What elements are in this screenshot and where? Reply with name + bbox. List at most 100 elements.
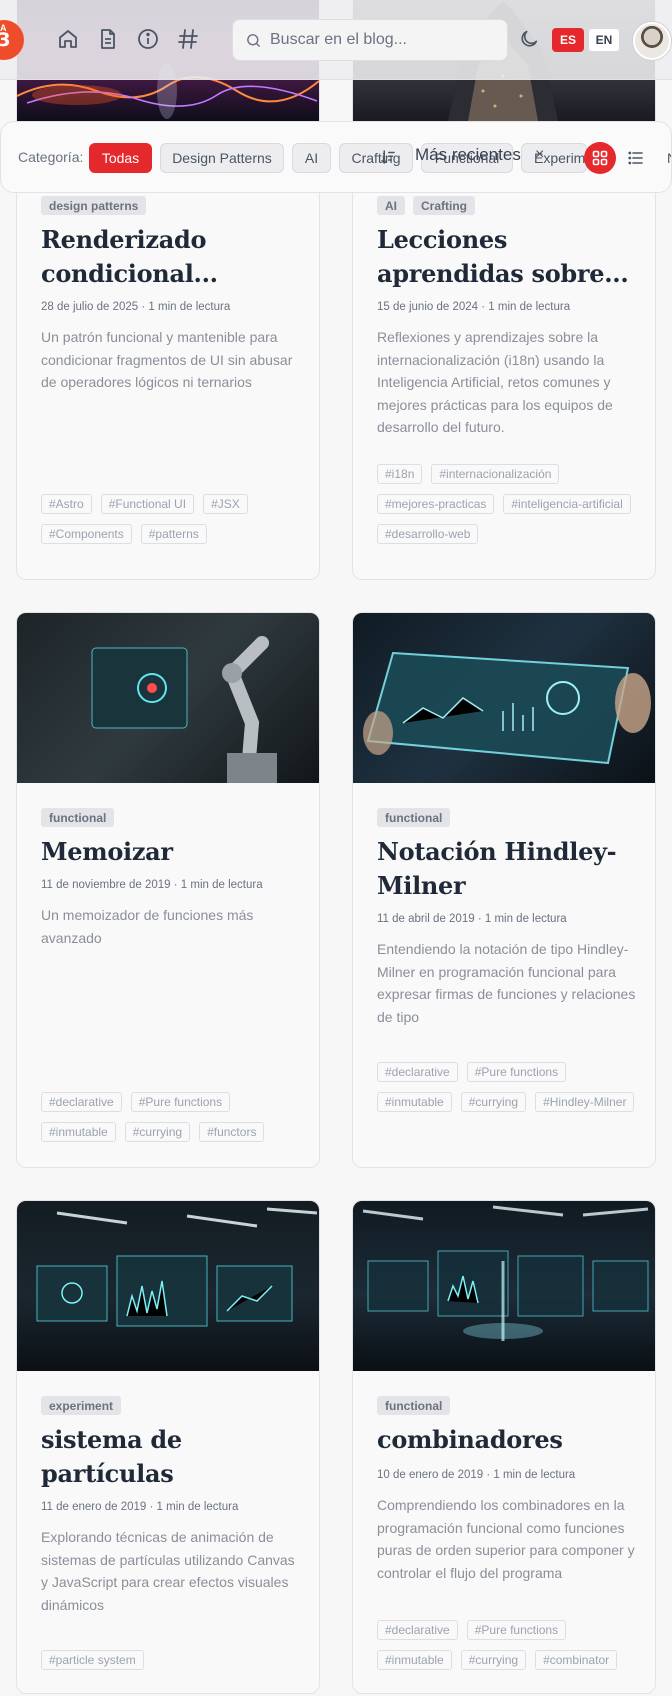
chip-crafting[interactable]: Crafting — [339, 143, 413, 173]
tag[interactable]: #Components — [41, 524, 132, 544]
post-date: 11 de enero de 2019 — [41, 1501, 147, 1513]
category-list: experiment — [41, 1396, 122, 1415]
post-description: Un memoizador de funciones más avanzado — [41, 907, 254, 946]
read-time: · 1 min de lectura — [486, 1469, 576, 1481]
close-icon[interactable]: × — [535, 146, 544, 164]
logo-sub: EA — [0, 23, 7, 33]
post-card[interactable]: functional combinadores 10 de enero de 2… — [352, 1200, 656, 1694]
search-input[interactable] — [270, 31, 490, 49]
chip-new[interactable]: Nuevas — [661, 143, 671, 173]
tag[interactable]: #Pure functions — [466, 1620, 567, 1640]
filter-label: Categoría: — [18, 149, 84, 165]
tag[interactable]: #mejores-practicas — [377, 494, 495, 514]
post-card[interactable]: functional Notación Hindley-Milner 11 de… — [352, 612, 656, 1168]
tag[interactable]: #JSX — [203, 494, 248, 514]
tag[interactable]: #Hindley-Milner — [535, 1092, 635, 1112]
tag[interactable]: #inmutable — [41, 1122, 116, 1142]
tag[interactable]: #currying — [124, 1122, 191, 1142]
tag[interactable]: #currying — [460, 1650, 527, 1670]
category-badge[interactable]: AI — [377, 196, 405, 215]
tag[interactable]: #Astro — [41, 494, 92, 514]
tag[interactable]: #Pure functions — [130, 1092, 231, 1112]
home-icon[interactable] — [54, 25, 82, 53]
tag[interactable]: #combinator — [535, 1650, 618, 1670]
grid-icon — [592, 150, 608, 166]
tag[interactable]: #declarative — [41, 1092, 122, 1112]
list-view-button[interactable] — [624, 146, 648, 170]
post-image — [353, 613, 655, 783]
post-card[interactable]: AI Crafting Lecciones aprendidas sobre..… — [352, 0, 656, 580]
post-title[interactable]: sistema de partículas — [41, 1423, 303, 1491]
post-description: Reflexiones y aprendizajes sobre la inte… — [377, 329, 613, 436]
post-title[interactable]: Lecciones aprendidas sobre... — [377, 223, 639, 291]
category-badge[interactable]: functional — [377, 808, 451, 827]
tag[interactable]: #Functional UI — [100, 494, 195, 514]
tag-list: #declarative #Pure functions #inmutable … — [377, 1062, 639, 1112]
tag[interactable]: #Pure functions — [466, 1062, 567, 1082]
tag[interactable]: #particle system — [41, 1650, 144, 1670]
search-icon — [247, 33, 260, 47]
tag-list: #declarative #Pure functions #inmutable … — [377, 1620, 639, 1670]
post-image — [353, 1201, 655, 1371]
tag-list: #particle system — [41, 1650, 303, 1670]
category-list: AI Crafting — [377, 196, 475, 215]
tag-list: #i18n #internacionalización #mejores-pra… — [377, 464, 639, 544]
sort-select[interactable]: Más recientes — [415, 145, 521, 165]
post-description: Comprendiendo los combinadores en la pro… — [377, 1497, 635, 1581]
language-es-button[interactable]: ES — [552, 28, 584, 52]
tag[interactable]: #desarrollo-web — [377, 524, 479, 544]
tag[interactable]: #inteligencia-artificial — [503, 494, 631, 514]
tag[interactable]: #i18n — [377, 464, 423, 484]
category-badge[interactable]: Crafting — [413, 196, 475, 215]
search-box[interactable] — [232, 19, 508, 61]
post-card[interactable]: design patterns Renderizado condicional.… — [16, 0, 320, 580]
category-badge[interactable]: design patterns — [41, 196, 147, 215]
hashtag-icon[interactable] — [174, 25, 202, 53]
post-image — [17, 613, 319, 783]
post-date: 11 de noviembre de 2019 — [41, 879, 171, 891]
tag[interactable]: #inmutable — [377, 1650, 452, 1670]
tag[interactable]: #declarative — [377, 1062, 458, 1082]
post-card[interactable]: experiment sistema de partículas 11 de e… — [16, 1200, 320, 1694]
info-icon[interactable] — [134, 25, 162, 53]
category-badge[interactable]: functional — [377, 1396, 451, 1415]
list-icon — [628, 151, 643, 165]
tag-list: #Astro #Functional UI #JSX #Components #… — [41, 494, 303, 544]
tag[interactable]: #declarative — [377, 1620, 458, 1640]
post-meta: 11 de enero de 2019 · 1 min de lectura — [41, 1501, 238, 1513]
read-time: · 1 min de lectura — [149, 1501, 239, 1513]
post-date: 28 de julio de 2025 — [41, 301, 139, 313]
chip-all[interactable]: Todas — [89, 143, 152, 173]
category-badge[interactable]: experiment — [41, 1396, 122, 1415]
read-time: · 1 min de lectura — [141, 301, 231, 313]
tag[interactable]: #currying — [460, 1092, 527, 1112]
dark-mode-icon[interactable] — [518, 28, 540, 50]
tag[interactable]: #internacionalización — [431, 464, 560, 484]
tag[interactable]: #inmutable — [377, 1092, 452, 1112]
chip-ai[interactable]: AI — [292, 143, 331, 173]
post-title[interactable]: combinadores — [377, 1423, 639, 1457]
post-date: 10 de enero de 2019 — [377, 1469, 484, 1481]
sort-icon[interactable] — [379, 148, 397, 166]
grid-view-button[interactable] — [584, 142, 616, 174]
post-date: 11 de abril de 2019 — [377, 913, 475, 925]
post-description: Entendiendo la notación de tipo Hindley-… — [377, 941, 636, 1025]
tag[interactable]: #patterns — [140, 524, 207, 544]
post-card[interactable]: functional Memoizar 11 de noviembre de 2… — [16, 612, 320, 1168]
category-list: functional — [41, 808, 115, 827]
post-title[interactable]: Renderizado condicional... — [41, 223, 303, 291]
post-date: 15 de junio de 2024 — [377, 301, 479, 313]
language-en-button[interactable]: EN — [588, 28, 620, 52]
category-badge[interactable]: functional — [41, 808, 115, 827]
post-title[interactable]: Memoizar — [41, 835, 303, 869]
site-header: 3 EA ES EN — [0, 0, 672, 80]
tag[interactable]: #functors — [199, 1122, 265, 1142]
post-title[interactable]: Notación Hindley-Milner — [377, 835, 639, 903]
post-meta: 10 de enero de 2019 · 1 min de lectura — [377, 1469, 575, 1481]
post-meta: 11 de noviembre de 2019 · 1 min de lectu… — [41, 879, 263, 891]
chip-experiment[interactable]: Experiment — [521, 143, 587, 173]
document-icon[interactable] — [94, 25, 122, 53]
avatar[interactable] — [633, 22, 671, 60]
post-description: Un patrón funcional y mantenible para co… — [41, 329, 293, 391]
chip-design-patterns[interactable]: Design Patterns — [160, 143, 284, 173]
